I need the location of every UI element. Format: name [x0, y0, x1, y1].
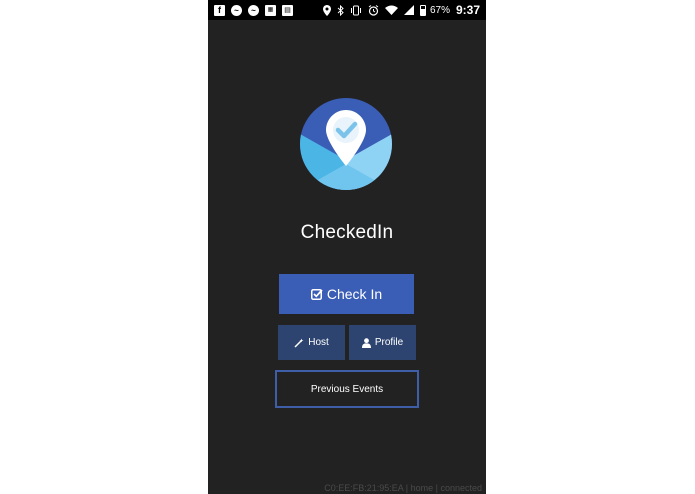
app-logo [300, 98, 392, 190]
previous-events-label: Previous Events [310, 383, 384, 395]
messenger-icon: ~ [231, 4, 242, 16]
clock-time: 9:37 [455, 3, 480, 17]
status-bar: f ~ ~ ▦ ▤ 67% 9:37 [208, 0, 486, 20]
location-icon [322, 4, 331, 16]
magic-wand-icon [294, 338, 304, 348]
news-icon: ▤ [282, 4, 293, 16]
system-icons: 67% 9:37 [321, 3, 480, 17]
battery-percent: 67% [429, 4, 450, 16]
profile-label: Profile [374, 337, 404, 348]
user-icon [361, 337, 371, 348]
bluetooth-icon [337, 4, 344, 16]
profile-button[interactable]: Profile [349, 325, 416, 360]
check-in-label: Check In [326, 286, 383, 302]
facebook-icon: f [214, 4, 225, 16]
check-in-button[interactable]: Check In [279, 274, 414, 314]
host-label: Host [308, 337, 329, 348]
vibrate-icon [350, 5, 361, 15]
signal-icon [403, 5, 414, 15]
host-button[interactable]: Host [278, 325, 345, 360]
battery-icon [419, 4, 426, 16]
connection-status: C0:EE:FB:21:95:EA | home | connected [324, 483, 482, 493]
notification-icons: f ~ ~ ▦ ▤ [214, 3, 299, 17]
previous-events-button[interactable]: Previous Events [275, 370, 419, 408]
checkbox-icon [310, 288, 323, 300]
messenger-icon: ~ [248, 4, 259, 16]
app-icon: ▦ [265, 4, 276, 16]
app-title: CheckedIn [300, 222, 394, 243]
alarm-icon [368, 4, 379, 16]
phone-screen: f ~ ~ ▦ ▤ 67% 9:37 CheckedIn Check In Ho… [208, 0, 486, 494]
wifi-icon [384, 5, 398, 15]
